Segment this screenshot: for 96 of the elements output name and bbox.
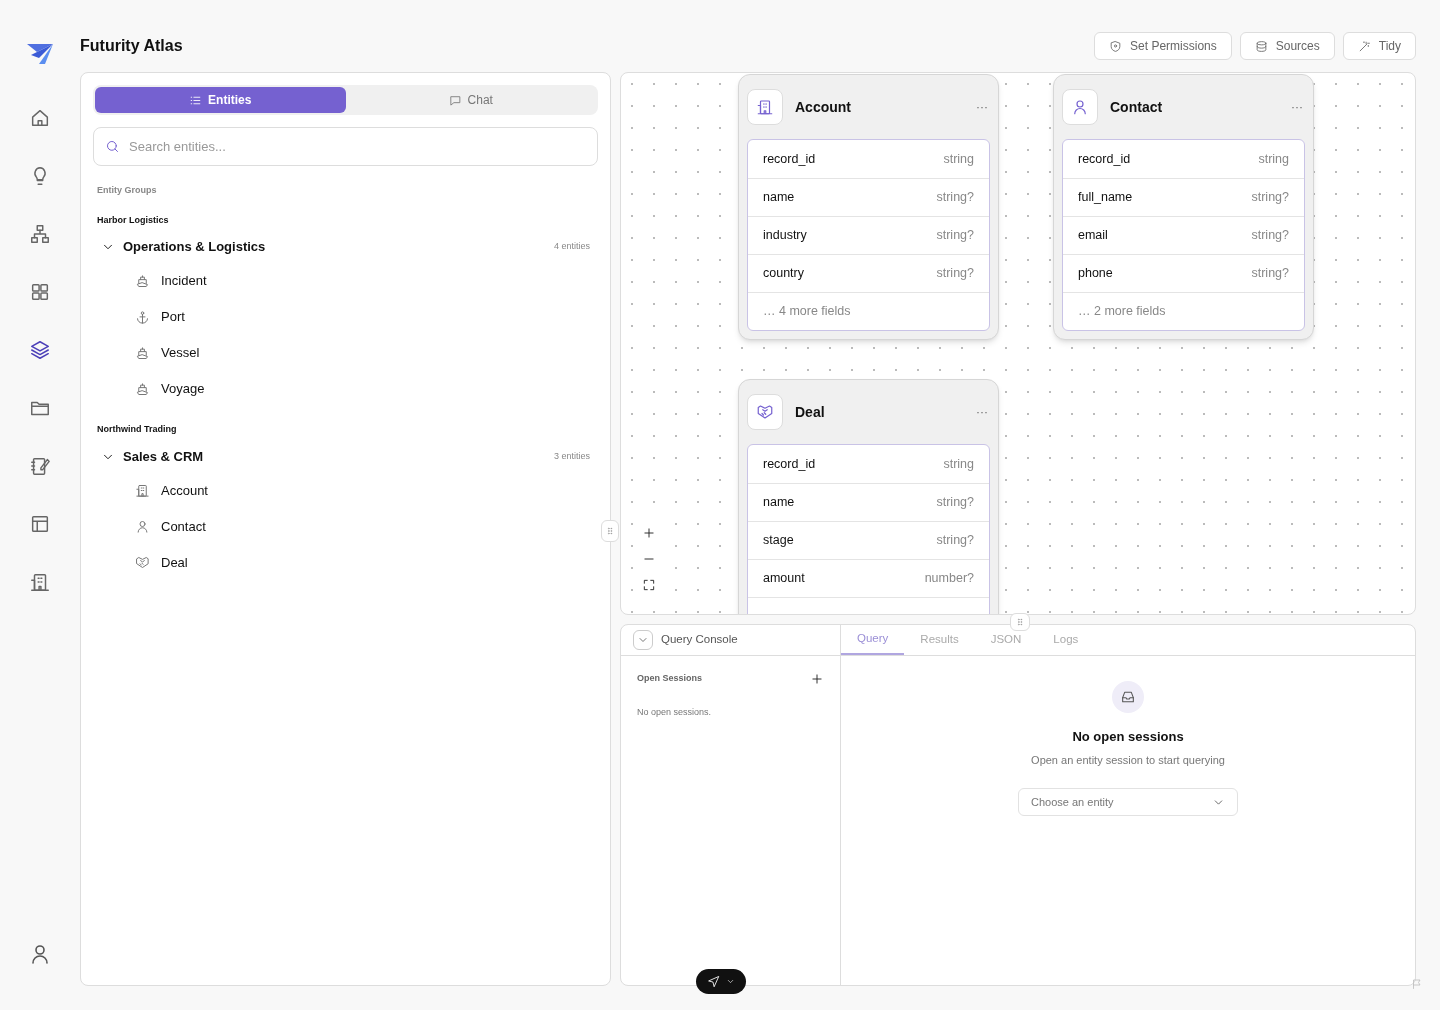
empty-description: Open an entity session to start querying — [1031, 752, 1225, 768]
field-name: phone — [1078, 265, 1113, 283]
more-button[interactable]: ··· — [976, 98, 990, 116]
entity-item[interactable]: Voyage — [93, 371, 205, 407]
field-name: name — [763, 494, 795, 512]
field-type: string? — [936, 265, 974, 283]
chevron-icon — [726, 977, 735, 986]
chat-icon — [448, 93, 462, 107]
table-icon — [29, 513, 51, 535]
entity-node[interactable]: Deal ··· record_id string name string? stage string? amount number? — [738, 379, 999, 614]
field-name: full_name — [1078, 189, 1133, 207]
more-button[interactable]: ··· — [976, 403, 990, 421]
field-type: string? — [936, 532, 974, 550]
field-name: industry — [763, 227, 807, 245]
send-menu-button[interactable] — [696, 969, 746, 994]
search-icon — [105, 139, 120, 154]
search-field[interactable]: Search entities... — [93, 127, 598, 166]
logo-icon — [25, 42, 55, 66]
grid-icon — [29, 281, 51, 303]
user-icon — [135, 519, 150, 534]
resize-handle[interactable] — [1010, 613, 1030, 631]
add-session-button[interactable] — [810, 672, 824, 686]
wand-icon — [1357, 39, 1371, 53]
field-name: record_id — [1078, 150, 1131, 168]
field-name: name — [763, 189, 795, 207]
notebook-icon — [29, 455, 51, 477]
panel-tab[interactable]: Entities — [95, 87, 346, 113]
plus-icon — [641, 526, 656, 540]
field-type: string? — [1251, 189, 1289, 207]
entity-node[interactable]: Contact ··· record_id string full_name string? email string? phone string? … 2 more fields — [1053, 74, 1314, 340]
entity-count: 3 entities — [553, 449, 590, 463]
more-fields-text: … 2 more fields — [1078, 303, 1166, 321]
node-title: Account — [795, 97, 852, 117]
building-icon — [135, 483, 150, 498]
entity-item[interactable]: Deal — [93, 544, 188, 581]
group-toggle[interactable]: Operations & Logistics — [101, 237, 266, 257]
node-title: Contact — [1110, 97, 1164, 117]
shield-icon — [1109, 39, 1123, 53]
field-name: country — [763, 265, 804, 283]
inbox-icon — [1112, 681, 1144, 713]
building-icon — [29, 571, 51, 593]
ship-icon — [135, 381, 150, 397]
send-icon — [707, 975, 720, 988]
field-name: record_id — [763, 150, 816, 168]
panel-tab[interactable]: Chat — [345, 87, 596, 113]
field-type: string? — [1251, 265, 1289, 283]
field-type: string — [943, 150, 974, 168]
ship-icon — [135, 273, 150, 289]
entity-item[interactable]: Account — [93, 472, 208, 509]
entity-select[interactable]: Choose an entity — [1018, 788, 1238, 816]
group-toggle[interactable]: Sales & CRM — [101, 446, 204, 467]
entity-item[interactable]: Contact — [93, 508, 206, 545]
handshake-icon — [756, 403, 774, 421]
field-name: record_id — [763, 455, 816, 473]
entity-item[interactable]: Vessel — [93, 335, 200, 371]
entity-node[interactable]: Account ··· record_id string name string? industry string? country string? … 4 more fields — [738, 74, 999, 340]
console-title: Query Console — [661, 632, 738, 648]
expand-icon — [641, 578, 656, 592]
field-name: email — [1078, 227, 1108, 245]
more-fields-text: … 4 more fields — [763, 303, 851, 321]
home-icon — [29, 107, 51, 129]
building-icon — [756, 98, 774, 116]
more-button[interactable]: ··· — [1291, 98, 1305, 116]
field-type: string? — [1251, 227, 1289, 245]
anchor-icon — [135, 309, 150, 325]
plus-icon — [810, 672, 824, 686]
grip-icon — [605, 525, 615, 537]
field-type: string? — [936, 227, 974, 245]
entity-item[interactable]: Port — [93, 299, 185, 335]
section-label: Entity Groups — [97, 184, 157, 197]
handshake-icon — [135, 555, 150, 570]
empty-title: No open sessions — [1072, 728, 1184, 746]
node-title: Deal — [795, 402, 826, 422]
empty-text: No open sessions. — [637, 706, 712, 719]
field-type: string? — [936, 494, 974, 512]
hierarchy-icon — [29, 223, 51, 245]
database-icon — [1254, 39, 1268, 53]
group-org-label: Northwind Trading — [97, 423, 177, 436]
field-type: string — [1258, 150, 1289, 168]
field-name: stage — [763, 532, 794, 550]
resize-handle[interactable] — [601, 520, 619, 542]
group-org-label: Harbor Logistics — [97, 213, 169, 227]
field-name: amount — [763, 570, 805, 588]
toolbar-button[interactable]: Tidy — [1342, 32, 1416, 60]
entity-count: 4 entities — [553, 240, 590, 254]
layers-icon — [29, 339, 51, 361]
field-type: string? — [936, 189, 974, 207]
section-label: Open Sessions — [637, 672, 703, 686]
ship-icon — [135, 345, 150, 361]
toolbar-button[interactable]: Set Permissions — [1094, 32, 1232, 60]
field-type: string — [943, 455, 974, 473]
user-icon — [1071, 98, 1089, 116]
app-title: Futurity Atlas — [80, 36, 183, 56]
entity-item[interactable]: Incident — [93, 263, 207, 299]
toolbar-button[interactable]: Sources — [1239, 32, 1335, 60]
field-type: number? — [924, 570, 974, 588]
